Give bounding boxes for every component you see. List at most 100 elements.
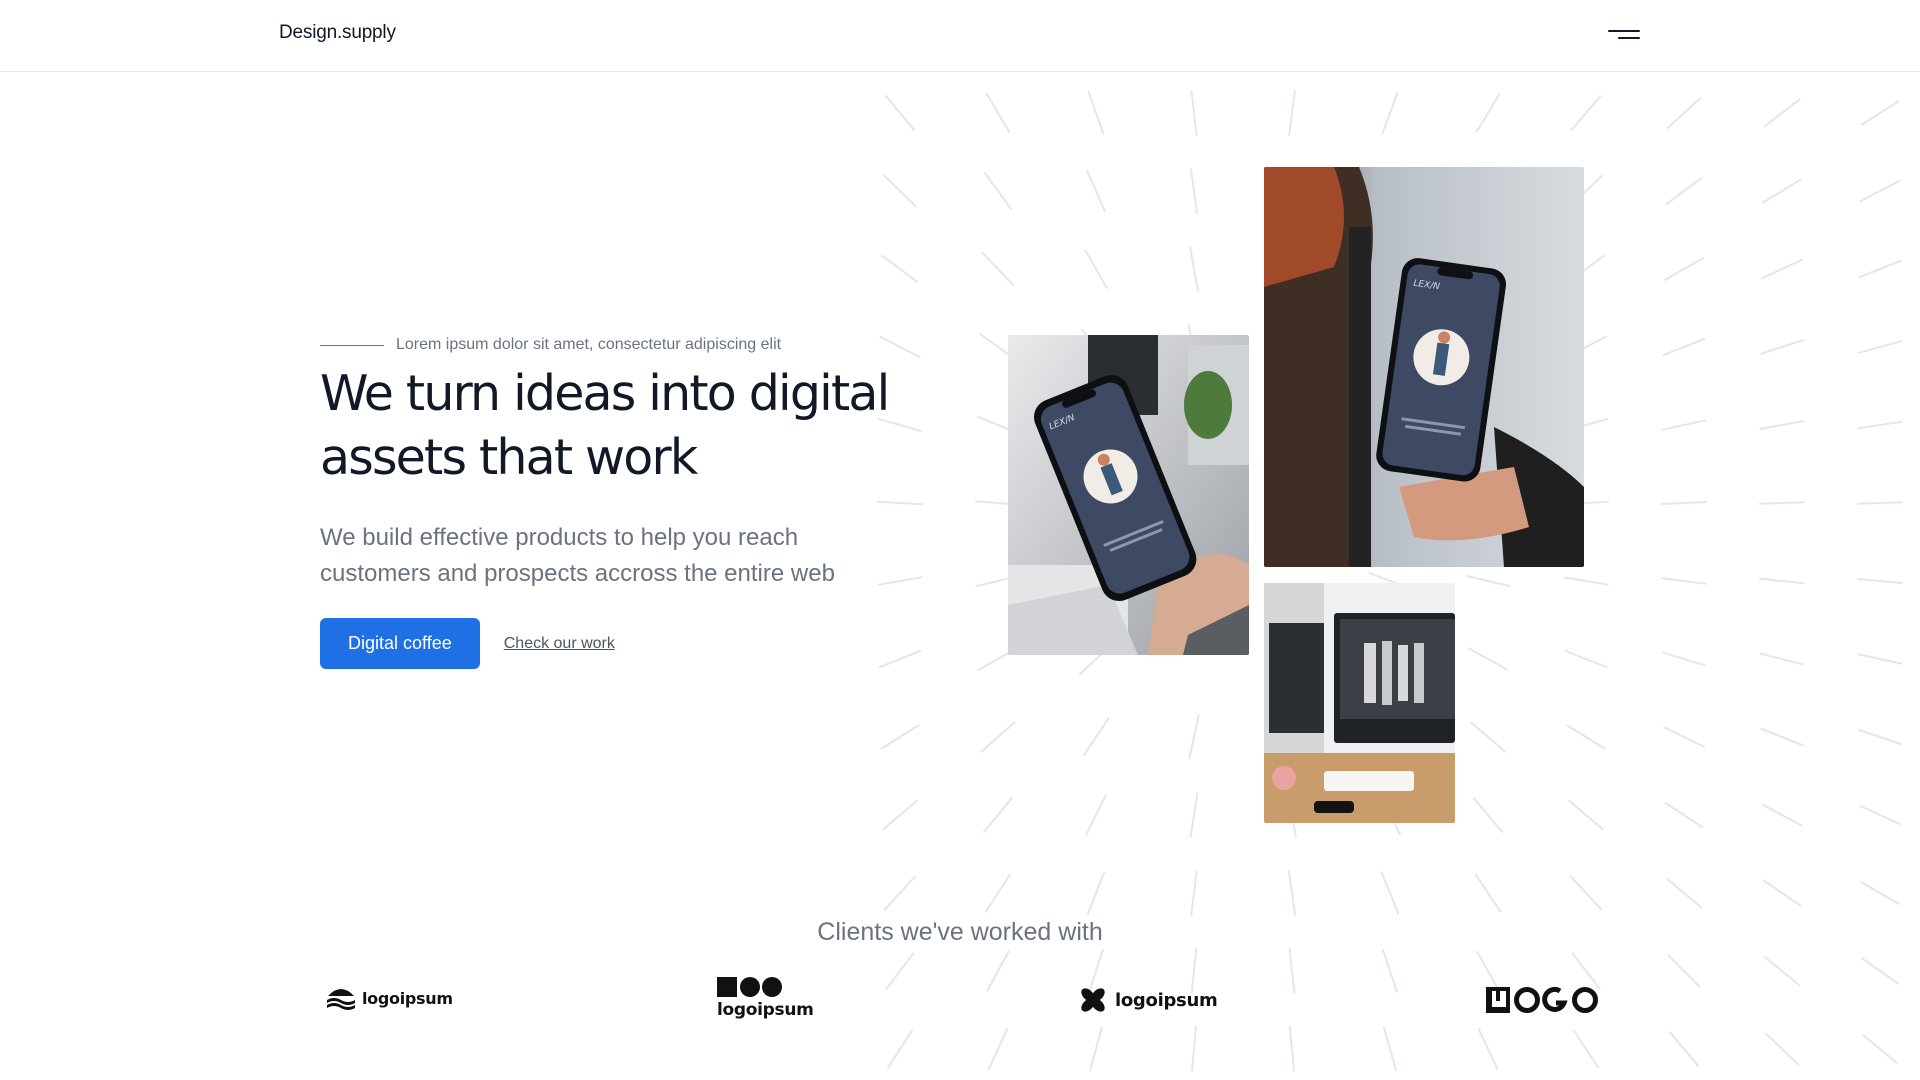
pattern-dash <box>1086 169 1106 213</box>
page-headline: We turn ideas into digital assets that w… <box>320 362 940 490</box>
pattern-dash <box>1189 246 1199 292</box>
pattern-dash <box>1860 881 1900 905</box>
client-logo-1-text: logoipsum <box>362 988 453 1008</box>
pattern-dash <box>1665 176 1703 206</box>
pattern-dash <box>1663 257 1705 281</box>
client-logo-2-text: logoipsum <box>717 1000 814 1020</box>
square-circles-logo-icon <box>717 977 782 997</box>
pattern-dash <box>1759 652 1805 666</box>
pattern-dash <box>1190 90 1198 136</box>
pattern-dash <box>1572 1029 1600 1069</box>
client-logo-4 <box>1484 985 1600 1015</box>
pattern-dash <box>1089 1026 1103 1072</box>
digital-coffee-button[interactable]: Digital coffee <box>320 618 480 669</box>
logo-wordmark-icon <box>1486 986 1598 1013</box>
pattern-dash <box>1859 179 1901 203</box>
pattern-dash <box>1662 651 1706 667</box>
stacked-waves-logo-icon <box>327 989 355 1010</box>
pattern-dash <box>1470 721 1506 753</box>
check-our-work-link[interactable]: Check our work <box>504 635 615 653</box>
pattern-dash <box>1190 168 1198 214</box>
pattern-dash <box>882 799 918 831</box>
pattern-dash <box>885 952 915 990</box>
person-holding-phone-photo: LEX/N <box>1264 167 1584 567</box>
pattern-dash <box>1564 650 1608 668</box>
pattern-dash <box>1759 501 1805 505</box>
pattern-dash <box>1381 91 1399 135</box>
hamburger-menu-icon[interactable] <box>1604 25 1640 47</box>
pattern-dash <box>981 252 1015 286</box>
phone-in-hand-photo: LEX/N <box>1008 335 1249 655</box>
pattern-dash <box>1759 577 1805 585</box>
pattern-dash <box>1661 501 1707 505</box>
pattern-dash <box>1664 801 1704 829</box>
pattern-dash <box>986 950 1010 992</box>
pattern-dash <box>1668 1031 1700 1067</box>
pattern-dash <box>1857 653 1903 665</box>
pattern-dash <box>1861 957 1899 985</box>
brand-logo[interactable]: Design.supply <box>279 22 396 44</box>
pattern-dash <box>1087 91 1105 135</box>
pattern-dash <box>1190 870 1198 916</box>
pattern-dash <box>1857 501 1903 505</box>
pattern-dash <box>1288 1026 1296 1072</box>
pattern-dash <box>1667 954 1701 988</box>
pattern-dash <box>985 93 1011 133</box>
client-logo-2: logoipsum <box>717 976 814 1020</box>
pattern-dash <box>1764 956 1800 986</box>
subtext-line-2: customers and prospects accross the enti… <box>320 560 835 587</box>
eyebrow-rule <box>320 344 384 346</box>
clients-heading: Clients we've worked with <box>817 918 1103 946</box>
client-logo-3: logoipsum <box>1079 986 1218 1014</box>
pattern-dash <box>1759 420 1805 430</box>
pattern-dash <box>1188 714 1200 760</box>
pattern-dash <box>1467 647 1509 671</box>
client-logo-1: logoipsum <box>326 986 453 1010</box>
pattern-dash <box>980 721 1016 753</box>
pattern-dash <box>1189 792 1199 838</box>
pinwheel-logo-icon <box>1081 988 1105 1012</box>
client-logo-3-text: logoipsum <box>1115 989 1218 1011</box>
desk-computer-photo <box>1264 583 1455 823</box>
pattern-dash <box>1662 337 1706 357</box>
pattern-dash <box>1568 799 1604 831</box>
pattern-dash <box>881 254 919 284</box>
pattern-dash <box>884 875 916 911</box>
pattern-dash <box>1085 794 1107 836</box>
pattern-dash <box>1477 1028 1499 1070</box>
pattern-dash <box>1566 724 1606 750</box>
pattern-dash <box>1762 178 1802 204</box>
pattern-dash <box>1084 248 1108 290</box>
hero-section: Lorem ipsum dolor sit amet, consectetur … <box>320 330 920 669</box>
pattern-dash <box>1661 577 1707 585</box>
pattern-dash <box>1288 90 1296 136</box>
eyebrow: Lorem ipsum dolor sit amet, consectetur … <box>320 330 920 360</box>
pattern-dash <box>1472 797 1504 833</box>
pattern-dash <box>1760 727 1804 747</box>
pattern-dash <box>1563 576 1609 586</box>
pattern-dash <box>885 95 915 131</box>
pattern-dash <box>1087 871 1105 915</box>
pattern-dash <box>1857 578 1903 584</box>
pattern-dash <box>1570 875 1602 911</box>
pattern-dash <box>1859 804 1901 826</box>
pattern-dash <box>1082 717 1110 757</box>
pattern-dash <box>985 873 1011 913</box>
pattern-dash <box>1858 729 1902 745</box>
pattern-dash <box>1465 575 1511 587</box>
pattern-dash <box>1862 1034 1898 1064</box>
pattern-dash <box>1383 1026 1397 1072</box>
pattern-dash <box>1857 340 1903 354</box>
pattern-dash <box>1857 420 1903 430</box>
pattern-dash <box>983 797 1013 833</box>
pattern-dash <box>1763 98 1801 128</box>
site-header: Design.supply <box>0 0 1920 72</box>
pattern-dash <box>1661 419 1707 431</box>
pattern-dash <box>1760 339 1804 355</box>
pattern-dash <box>1382 949 1398 993</box>
headline-line-1: We turn ideas into digital <box>320 365 890 422</box>
pattern-dash <box>1860 100 1900 126</box>
pattern-dash <box>887 1029 913 1069</box>
pattern-dash <box>883 174 917 208</box>
hero-subtext: We build effective products to help you … <box>320 520 920 592</box>
